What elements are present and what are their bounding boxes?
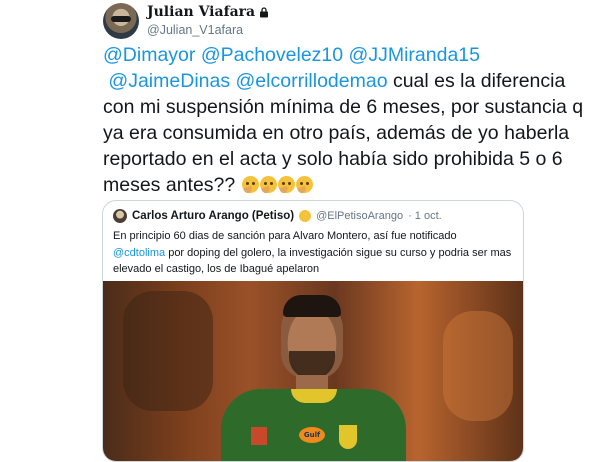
quoted-text-line-3: elevado el castigo, los de Ibagué apelar… — [113, 263, 320, 275]
tweet-line-4: ya era consumida en otro país, además de… — [103, 122, 570, 144]
quoted-tweet-text: En principio 60 dias de sanción para Alv… — [113, 228, 517, 278]
smiling-face-icon — [299, 210, 312, 222]
author-handle[interactable]: @Julian_V1afara — [147, 23, 243, 37]
quoted-text-line-2: por doping del golero, la investigación … — [165, 246, 512, 259]
tweet-body: @Dimayor @Pachovelez10 @JJMiranda15 @Jai… — [103, 42, 584, 198]
lock-icon — [260, 6, 269, 17]
tweet-line-3: con mi suspensión mínima de 6 meses, por… — [103, 96, 584, 118]
mention-link[interactable]: @JJMiranda15 — [349, 44, 480, 66]
thinking-face-icon — [259, 176, 277, 193]
mention-link[interactable]: @Pachovelez10 — [201, 44, 343, 66]
quoted-author-name: Carlos Arturo Arango (Petiso) — [132, 210, 295, 222]
author-avatar[interactable] — [103, 3, 139, 39]
tweet-text-segment: cual es la diferencia — [387, 70, 566, 92]
quoted-author-handle: @ElPetisoArango — [316, 210, 404, 222]
jersey-patch — [251, 427, 267, 445]
mention-link[interactable]: @elcorrillodemao — [236, 70, 388, 92]
club-crest — [339, 425, 357, 449]
mention-link[interactable]: @cdtolima — [113, 247, 165, 259]
tweet-line-2: @JaimeDinas @elcorrillodemao cual es la … — [103, 68, 565, 94]
thinking-face-icon — [277, 176, 295, 193]
author-name-row[interactable]: Julian Viafara — [147, 4, 269, 20]
quoted-tweet-photo[interactable]: Gulf — [103, 281, 523, 461]
quoted-tweet-date: · 1 oct. — [408, 210, 442, 222]
quoted-text-line-1: En principio 60 dias de sanción para Alv… — [113, 230, 457, 242]
tweet-line-1: @Dimayor @Pachovelez10 @JJMiranda15 — [103, 42, 523, 68]
thinking-face-icon — [241, 176, 259, 193]
quoted-author-avatar — [113, 209, 127, 223]
tweet-line-6: meses antes?? — [103, 172, 523, 198]
mention-link[interactable]: @Dimayor — [103, 44, 195, 66]
player-jersey: Gulf — [221, 389, 406, 461]
quoted-tweet-card[interactable]: Carlos Arturo Arango (Petiso) @ElPetisoA… — [102, 200, 524, 462]
author-name[interactable]: Julian Viafara — [147, 4, 255, 20]
tweet-line-5: reportado en el acta y solo había sido p… — [103, 148, 563, 170]
thinking-face-icon — [295, 176, 313, 193]
tweet-header: Julian Viafara @Julian_V1afara — [103, 0, 503, 42]
quoted-tweet-header: Carlos Arturo Arango (Petiso) @ElPetisoA… — [113, 209, 442, 223]
mention-link[interactable]: @JaimeDinas — [108, 70, 230, 92]
jersey-sponsor-logo: Gulf — [299, 427, 325, 443]
tweet-text-segment: meses antes?? — [103, 174, 236, 196]
